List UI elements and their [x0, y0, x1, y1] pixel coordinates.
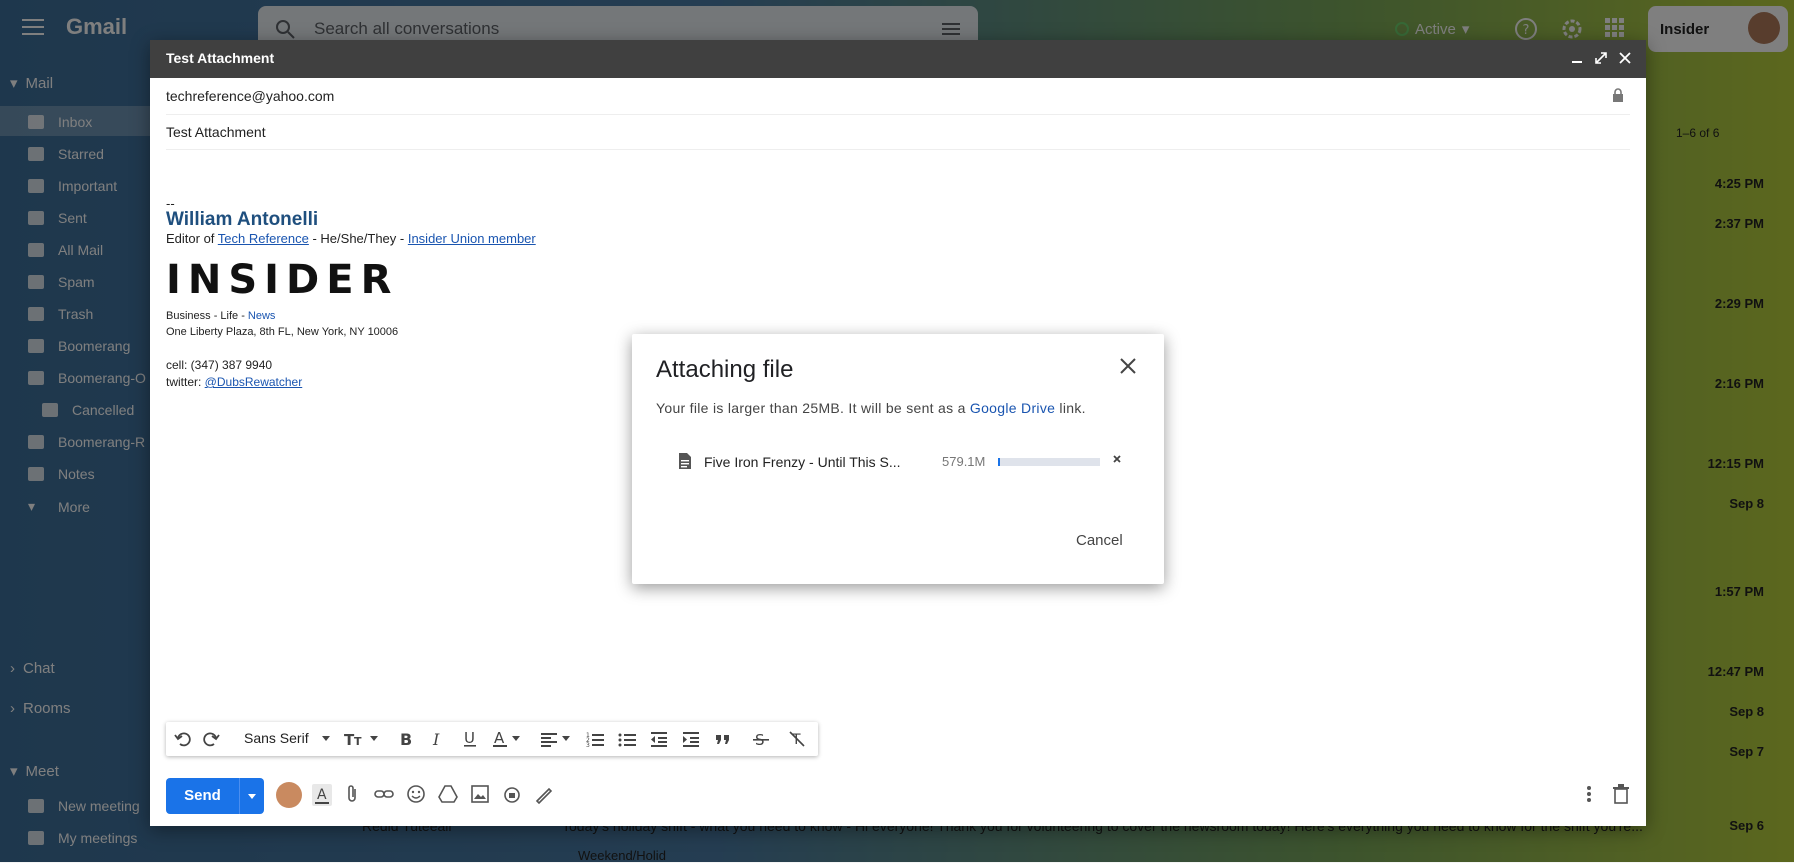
signature-tagline: Business - Life - News [166, 310, 276, 322]
underline-icon[interactable]: U [462, 730, 478, 748]
chevron-down-icon[interactable] [370, 736, 378, 741]
svg-text:B: B [400, 730, 412, 748]
upload-progress-fill [998, 458, 1001, 466]
bold-icon[interactable]: B [398, 730, 414, 748]
compose-header[interactable]: Test Attachment [150, 40, 1646, 78]
signature-icon[interactable] [534, 784, 554, 804]
fullscreen-icon[interactable] [1594, 51, 1608, 65]
discard-trash-icon[interactable] [1612, 784, 1630, 804]
align-icon[interactable] [540, 730, 558, 748]
chevron-down-icon[interactable] [512, 736, 520, 741]
text-color-icon[interactable]: A [492, 730, 508, 748]
file-name: Five Iron Frenzy - Until This S... [704, 454, 900, 470]
twitter-link[interactable]: @DubsRewatcher [205, 375, 303, 389]
cancel-button[interactable]: Cancel [1076, 532, 1123, 549]
divider [166, 149, 1630, 150]
close-icon[interactable] [1118, 356, 1138, 376]
strikethrough-icon[interactable]: S [752, 730, 770, 748]
file-icon [678, 452, 692, 470]
dialog-message: Your file is larger than 25MB. It will b… [656, 400, 1086, 416]
news-link[interactable]: News [248, 310, 276, 322]
signature-role: Editor of Tech Reference - He/She/They -… [166, 231, 536, 246]
lock-icon[interactable] [1612, 88, 1624, 102]
numbered-list-icon[interactable]: 123 [586, 730, 604, 748]
bulleted-list-icon[interactable] [618, 730, 636, 748]
undo-icon[interactable] [174, 730, 192, 748]
more-options-icon[interactable] [1586, 784, 1592, 804]
signature-twitter: twitter: @DubsRewatcher [166, 375, 303, 389]
attaching-file-dialog: Attaching file Your file is larger than … [632, 334, 1164, 584]
insider-logo: INSIDER [166, 257, 399, 303]
cancel-upload-icon[interactable] [1112, 454, 1122, 464]
confidential-mode-icon[interactable] [502, 784, 522, 804]
emoji-icon[interactable] [406, 784, 426, 804]
google-drive-link[interactable]: Google Drive [970, 400, 1055, 416]
signature-block[interactable]: -- William Antonelli Editor of Tech Refe… [166, 196, 536, 389]
recipient-field[interactable]: techreference@yahoo.com [166, 88, 334, 104]
svg-text:3: 3 [586, 742, 590, 748]
upload-progress-bar [998, 458, 1100, 466]
close-icon[interactable] [1618, 51, 1632, 65]
subject-field[interactable]: Test Attachment [166, 124, 266, 140]
svg-text:A: A [317, 787, 327, 803]
file-size: 579.1M [942, 454, 986, 469]
link-icon[interactable] [374, 784, 394, 804]
formatting-options-icon[interactable]: A [312, 784, 332, 806]
chevron-down-icon[interactable] [562, 736, 570, 741]
divider [166, 114, 1630, 115]
text-size-icon[interactable]: TT [344, 730, 364, 748]
formatting-toolbar: Sans Serif TT B I U A 123 S T [166, 722, 818, 756]
italic-icon[interactable]: I [430, 730, 446, 748]
svg-text:A: A [494, 730, 505, 747]
attach-icon[interactable] [344, 784, 360, 804]
dialog-title: Attaching file [656, 356, 794, 383]
chevron-down-icon[interactable] [322, 736, 330, 741]
svg-text:I: I [432, 730, 440, 748]
svg-text:T: T [354, 735, 362, 748]
indent-more-icon[interactable] [682, 730, 700, 748]
remove-formatting-icon[interactable]: T [788, 730, 806, 748]
font-selector[interactable]: Sans Serif [244, 730, 309, 746]
boomerang-avatar-icon[interactable] [276, 782, 302, 808]
insert-photo-icon[interactable] [470, 784, 490, 804]
signature-name: William Antonelli [166, 209, 319, 230]
send-options-button[interactable] [239, 778, 264, 814]
minimize-icon[interactable] [1570, 51, 1584, 65]
svg-text:U: U [464, 730, 475, 747]
indent-less-icon[interactable] [650, 730, 668, 748]
redo-icon[interactable] [202, 730, 220, 748]
tech-reference-link[interactable]: Tech Reference [218, 231, 309, 246]
signature-address: One Liberty Plaza, 8th FL, New York, NY … [166, 326, 399, 338]
compose-title: Test Attachment [166, 50, 275, 66]
send-button[interactable]: Send [166, 778, 239, 814]
drive-icon[interactable] [438, 784, 458, 804]
quote-icon[interactable] [714, 730, 732, 748]
signature-phone: cell: (347) 387 9940 [166, 358, 273, 372]
union-link[interactable]: Insider Union member [408, 231, 536, 246]
